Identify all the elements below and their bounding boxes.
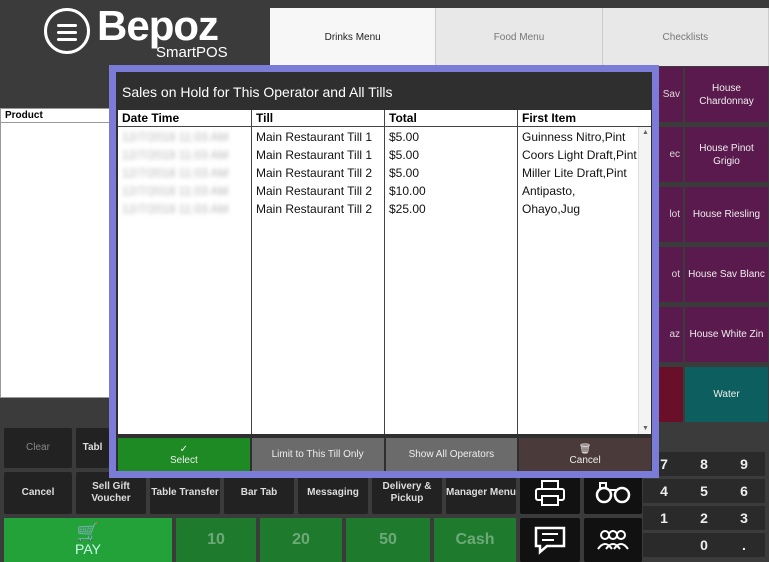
cell-first-item: Coors Light Draft,Pint — [522, 148, 637, 162]
cash-50-button[interactable]: 50 — [346, 518, 430, 562]
bar-tab-button[interactable]: Bar Tab — [224, 472, 294, 514]
product-water[interactable]: Water — [684, 366, 769, 423]
pay-button[interactable]: 🛒 PAY — [4, 518, 172, 562]
check-icon: ✓ — [179, 443, 189, 455]
numpad-blank[interactable] — [643, 533, 685, 557]
dialog-buttons: ✓ Select Limit to This Till Only Show Al… — [118, 438, 651, 471]
cart-icon: 🛒 — [76, 522, 100, 542]
cell-total: $10.00 — [389, 184, 426, 198]
cell-till: Main Restaurant Till 1 — [256, 130, 373, 144]
numpad-5[interactable]: 5 — [683, 479, 725, 503]
product-list: Product — [0, 108, 112, 398]
printer-icon[interactable] — [520, 472, 580, 514]
cell-datetime: 12/7/2018 11:03 AM — [122, 184, 229, 198]
table-transfer-button[interactable]: Table Transfer — [150, 472, 220, 514]
column-header-datetime[interactable]: Date Time — [118, 110, 252, 126]
cell-total: $5.00 — [389, 166, 420, 180]
cell-till: Main Restaurant Till 2 — [256, 184, 373, 198]
product-header: Product — [1, 109, 111, 123]
brand-sub: SmartPOS — [156, 44, 228, 61]
numpad-6[interactable]: 6 — [723, 479, 765, 503]
table-row[interactable]: 12/7/2018 11:03 AM Main Restaurant Till … — [118, 183, 638, 201]
pos-screen: Bepoz SmartPOS Drinks Menu Food Menu Che… — [0, 0, 769, 562]
cell-datetime: 12/7/2018 11:03 AM — [122, 148, 229, 162]
sales-on-hold-dialog: Sales on Hold for This Operator and All … — [109, 65, 659, 478]
dialog-body: Sales on Hold for This Operator and All … — [116, 72, 652, 471]
cancel-button[interactable]: 🗑 Cancel — [519, 438, 651, 471]
product-house-pinot-grigio[interactable]: House Pinot Grigio — [684, 126, 769, 183]
scroll-up-icon[interactable]: ▲ — [641, 129, 650, 136]
column-header-till[interactable]: Till — [252, 110, 385, 126]
tab-checklists[interactable]: Checklists — [602, 8, 769, 66]
cell-total: $5.00 — [389, 130, 420, 144]
cash-10-button[interactable]: 10 — [176, 518, 256, 562]
cash-20-button[interactable]: 20 — [260, 518, 342, 562]
numpad-0[interactable]: 0 — [683, 533, 725, 557]
cell-first-item: Miller Lite Draft,Pint — [522, 166, 627, 180]
cell-total: $5.00 — [389, 148, 420, 162]
select-button[interactable]: ✓ Select — [118, 438, 250, 471]
limit-to-till-button[interactable]: Limit to This Till Only — [251, 438, 384, 471]
column-header-total[interactable]: Total — [385, 110, 518, 126]
numpad-2[interactable]: 2 — [683, 506, 725, 530]
menu-icon[interactable] — [44, 8, 90, 54]
numpad-1[interactable]: 1 — [643, 506, 685, 530]
product-grid: Sav House Chardonnay ec House Pinot Grig… — [654, 66, 769, 428]
product-house-white-zin[interactable]: House White Zin — [684, 306, 769, 363]
show-all-operators-button[interactable]: Show All Operators — [385, 438, 518, 471]
table-row[interactable]: 12/7/2018 11:03 AM Main Restaurant Till … — [118, 147, 638, 165]
trash-icon: 🗑 — [578, 443, 592, 455]
numpad-4[interactable]: 4 — [643, 479, 685, 503]
cell-total: $25.00 — [389, 202, 426, 216]
cell-till: Main Restaurant Till 1 — [256, 148, 373, 162]
table-button[interactable]: Tabl — [76, 428, 109, 468]
product-house-sav-blanc[interactable]: House Sav Blanc — [684, 246, 769, 303]
table-row[interactable]: 12/7/2018 11:03 AM Main Restaurant Till … — [118, 129, 638, 147]
delivery-pickup-button[interactable]: Delivery & Pickup — [372, 472, 442, 514]
dialog-title: Sales on Hold for This Operator and All … — [122, 84, 393, 100]
clear-button[interactable]: Clear — [4, 428, 72, 468]
handcuffs-icon[interactable] — [584, 472, 642, 514]
sales-table: Date Time Till Total First Item 12/7/201… — [118, 110, 651, 434]
cell-till: Main Restaurant Till 2 — [256, 166, 373, 180]
menu-tabs: Drinks Menu Food Menu Checklists — [270, 8, 769, 66]
cell-datetime: 12/7/2018 11:03 AM — [122, 166, 229, 180]
cell-first-item: Antipasto, — [522, 184, 576, 198]
table-scrollbar[interactable]: ▲ ▼ — [638, 127, 651, 434]
cell-first-item: Ohayo,Jug — [522, 202, 581, 216]
sell-gift-voucher-button[interactable]: Sell Gift Voucher — [76, 472, 146, 514]
messaging-button[interactable]: Messaging — [298, 472, 368, 514]
message-icon[interactable] — [520, 518, 580, 562]
numpad-3[interactable]: 3 — [723, 506, 765, 530]
table-row[interactable]: 12/7/2018 11:03 AM Main Restaurant Till … — [118, 201, 638, 219]
cell-datetime: 12/7/2018 11:03 AM — [122, 202, 229, 216]
column-header-first-item[interactable]: First Item — [518, 110, 651, 126]
manager-menu-button[interactable]: Manager Menu — [446, 472, 516, 514]
numpad-8[interactable]: 8 — [683, 452, 725, 476]
tab-food-menu[interactable]: Food Menu — [436, 8, 603, 66]
table-row[interactable]: 12/7/2018 11:03 AM Main Restaurant Till … — [118, 165, 638, 183]
cancel-sale-button[interactable]: Cancel — [4, 472, 72, 514]
cell-datetime: 12/7/2018 11:03 AM — [122, 130, 229, 144]
cell-first-item: Guinness Nitro,Pint — [522, 130, 626, 144]
product-house-riesling[interactable]: House Riesling — [684, 186, 769, 243]
brand-header: Bepoz SmartPOS — [0, 0, 270, 66]
scroll-down-icon[interactable]: ▼ — [641, 425, 650, 432]
cash-button[interactable]: Cash — [434, 518, 516, 562]
product-house-chardonnay[interactable]: House Chardonnay — [684, 66, 769, 123]
customers-icon[interactable] — [584, 518, 642, 562]
numpad-9[interactable]: 9 — [723, 452, 765, 476]
tab-drinks-menu[interactable]: Drinks Menu — [270, 8, 437, 66]
brand-name: Bepoz — [97, 2, 219, 49]
numpad-decimal[interactable]: . — [723, 533, 765, 557]
cell-till: Main Restaurant Till 2 — [256, 202, 373, 216]
